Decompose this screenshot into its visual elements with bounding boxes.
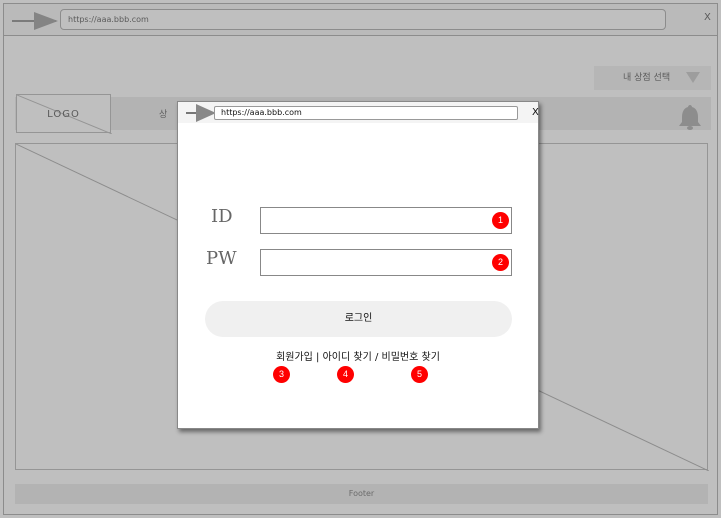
pw-label: PW bbox=[206, 248, 237, 269]
pw-input[interactable] bbox=[260, 249, 512, 276]
signup-link[interactable]: 회원가입 bbox=[276, 352, 313, 363]
arrow-right-icon[interactable] bbox=[186, 103, 216, 123]
link-separator: | bbox=[312, 352, 323, 363]
popup-url-field[interactable]: https://aaa.bbb.com bbox=[214, 106, 518, 120]
find-id-link[interactable]: 아이디 찾기 bbox=[323, 352, 372, 363]
annotation-marker: 1 bbox=[492, 212, 509, 229]
popup-close-button[interactable]: X bbox=[532, 107, 539, 118]
id-input[interactable] bbox=[260, 207, 512, 234]
link-separator: / bbox=[371, 352, 382, 363]
login-button[interactable]: 로그인 bbox=[205, 301, 512, 337]
account-links: 회원가입 | 아이디 찾기 / 비밀번호 찾기 bbox=[178, 348, 538, 363]
find-password-link[interactable]: 비밀번호 찾기 bbox=[382, 352, 440, 363]
annotation-marker: 4 bbox=[337, 366, 354, 383]
id-label: ID bbox=[211, 206, 233, 227]
annotation-marker: 3 bbox=[273, 366, 290, 383]
popup-address-bar: https://aaa.bbb.com X bbox=[178, 102, 539, 123]
screen: https://aaa.bbb.com X 내 상점 선택 LOGO 상 Foo… bbox=[0, 0, 721, 518]
login-popup-window: https://aaa.bbb.com X ID PW 로그인 회원가입 | 아… bbox=[177, 101, 539, 429]
annotation-marker: 2 bbox=[492, 254, 509, 271]
annotation-marker: 5 bbox=[411, 366, 428, 383]
